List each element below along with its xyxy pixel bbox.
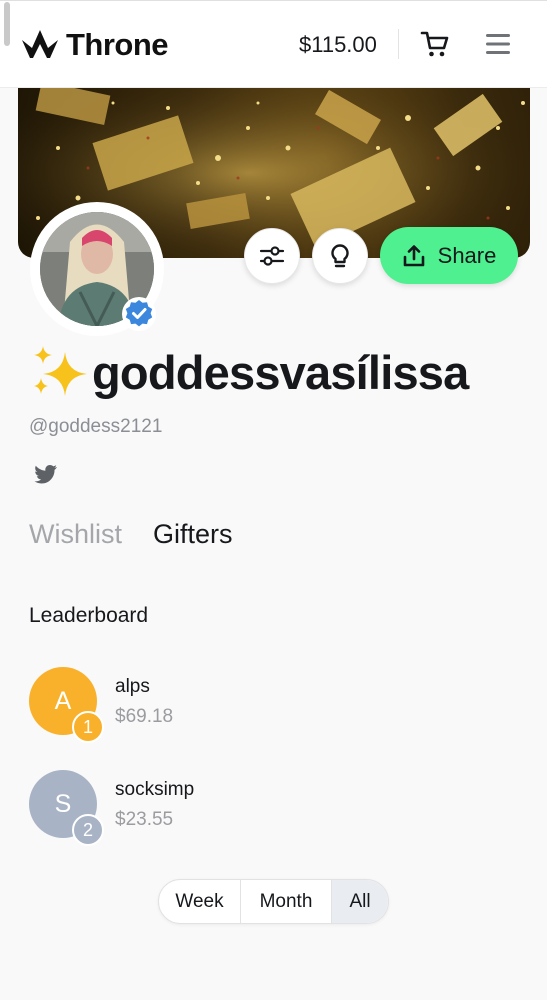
scrollbar-thumb[interactable]: [4, 2, 10, 46]
gifter-amount: $69.18: [115, 706, 174, 727]
sparkles-icon: [34, 346, 87, 396]
brand-name: Throne: [66, 27, 169, 62]
gifter-initial: A: [54, 686, 72, 715]
suggest-idea-button[interactable]: [312, 228, 368, 284]
header-divider: [398, 29, 399, 59]
filter-settings-button[interactable]: [244, 228, 300, 284]
twitter-icon[interactable]: [32, 464, 58, 486]
leaderboard-row[interactable]: S 2 socksimp $23.55: [29, 770, 509, 850]
share-button-label: Share: [437, 242, 497, 268]
wallet-balance[interactable]: $115.00: [299, 32, 377, 58]
tab-wishlist[interactable]: Wishlist: [29, 519, 122, 550]
display-name-text: goddessvasílissa: [92, 345, 469, 399]
brand-logo[interactable]: Throne: [20, 27, 169, 63]
share-button[interactable]: Share: [380, 227, 518, 284]
gifter-amount: $23.55: [115, 809, 174, 830]
gifter-initial: S: [54, 789, 72, 818]
rank-badge: 1: [72, 711, 104, 743]
verified-badge-icon: [122, 297, 156, 331]
display-name: goddessvasílissa: [29, 344, 469, 400]
leaderboard-title: Leaderboard: [29, 604, 149, 627]
throne-logo-icon: [22, 30, 58, 58]
period-month-button[interactable]: Month: [241, 880, 332, 923]
leaderboard-row[interactable]: A 1 alps $69.18: [29, 667, 509, 747]
gifter-name: alps: [115, 676, 150, 697]
period-all-button[interactable]: All: [332, 880, 388, 923]
period-selector: Week Month All: [158, 879, 389, 924]
tab-gifters[interactable]: Gifters: [153, 519, 233, 550]
share-upload-icon: [403, 244, 424, 266]
gifter-name: socksimp: [115, 779, 195, 800]
period-week-button[interactable]: Week: [159, 880, 241, 923]
profile-handle: @goddess2121: [29, 416, 163, 437]
rank-badge: 2: [72, 814, 104, 846]
cart-icon[interactable]: [420, 29, 450, 59]
sliders-icon: [259, 246, 285, 266]
menu-icon[interactable]: [486, 31, 510, 57]
top-header: Throne $115.00: [0, 0, 547, 88]
lightbulb-icon: [331, 244, 349, 268]
